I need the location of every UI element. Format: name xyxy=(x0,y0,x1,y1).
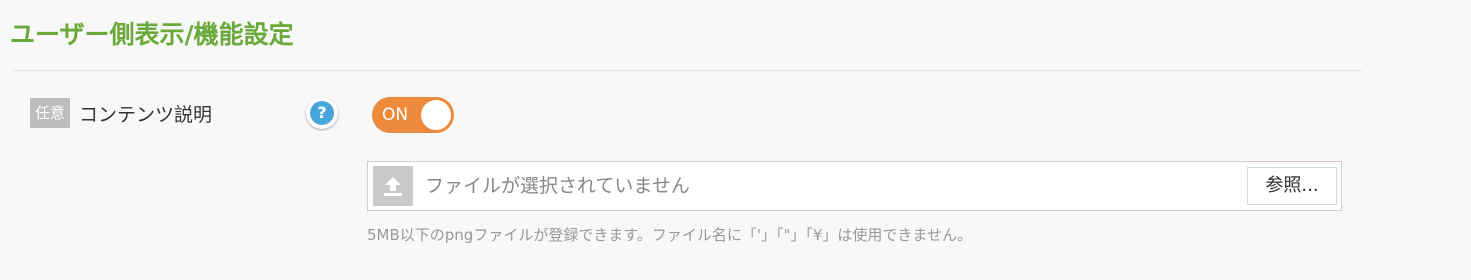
settings-page: ユーザー側表示/機能設定 任意 コンテンツ説明 ? ON ファイルが選択されてい… xyxy=(0,0,1471,280)
toggle-knob xyxy=(421,100,451,130)
help-icon[interactable]: ? xyxy=(306,97,338,129)
browse-button[interactable]: 参照... xyxy=(1247,167,1337,205)
file-hint-text: 5MB以下のpngファイルが登録できます。ファイル名に「'」「"」「¥」は使用で… xyxy=(367,226,972,244)
section-title: ユーザー側表示/機能設定 xyxy=(10,20,294,49)
optional-badge: 任意 xyxy=(30,98,71,128)
upload-arrow-icon xyxy=(384,177,402,196)
field-label: 任意 コンテンツ説明 xyxy=(30,97,212,129)
question-mark-icon: ? xyxy=(310,101,334,125)
content-description-toggle[interactable]: ON xyxy=(372,97,454,133)
toggle-state-label: ON xyxy=(382,105,409,125)
file-status-text: ファイルが選択されていません xyxy=(425,175,690,197)
file-input[interactable]: ファイルが選択されていません 参照... xyxy=(367,161,1342,211)
content-description-label: コンテンツ説明 xyxy=(79,103,213,126)
section-divider xyxy=(12,70,1362,71)
upload-icon[interactable] xyxy=(373,166,413,206)
